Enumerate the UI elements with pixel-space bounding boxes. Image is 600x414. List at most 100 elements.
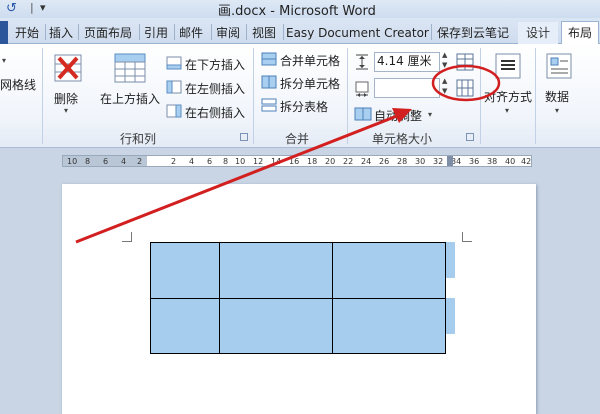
rows-columns-launcher-icon[interactable] (240, 133, 248, 141)
row-end-marker (446, 298, 455, 334)
qat-separator: | (30, 1, 34, 14)
split-table-icon (261, 98, 277, 112)
distribute-columns-icon[interactable] (455, 78, 475, 98)
table-cell[interactable] (332, 242, 446, 299)
split-table-button[interactable]: 拆分表格 (280, 98, 328, 115)
tab-mailings[interactable]: 邮件 (176, 22, 206, 44)
ruler-tick-label: 38 (487, 157, 498, 166)
tab-divider (246, 24, 247, 40)
chevron-down-icon: ▾ (505, 106, 510, 115)
ruler-tick-label: 8 (223, 157, 229, 166)
autofit-icon (354, 107, 372, 121)
chevron-down-icon: ▾ (2, 56, 7, 65)
alignment-icon[interactable] (494, 52, 522, 80)
alignment-button[interactable]: 对齐方式 (484, 88, 532, 105)
tab-layout[interactable]: 布局 (561, 21, 599, 45)
rows-columns-group-label: 行和列 (120, 132, 157, 146)
row-end-marker (446, 242, 455, 278)
tab-review[interactable]: 审阅 (213, 22, 243, 44)
tab-divider (211, 24, 212, 40)
tab-divider (139, 24, 140, 40)
ruler-tick-label: 40 (505, 157, 516, 166)
data-icon[interactable] (545, 52, 573, 80)
view-gridlines-button[interactable]: 网格线 (0, 76, 36, 93)
file-tab[interactable] (0, 21, 8, 44)
ruler-area: 10 8 6 4 2 2 4 6 8 10 12 14 16 18 20 22 … (0, 148, 600, 170)
tab-insert[interactable]: 插入 (46, 22, 76, 44)
insert-right-button[interactable]: 在右侧插入 (185, 104, 245, 121)
table-cell[interactable] (332, 298, 446, 354)
delete-button[interactable]: 删除 (54, 90, 78, 107)
tab-design[interactable]: 设计 (518, 22, 558, 44)
data-button[interactable]: 数据 (545, 88, 569, 105)
table-cell[interactable] (219, 242, 333, 299)
spin-up-icon[interactable]: ▲ (442, 51, 447, 59)
insert-left-button[interactable]: 在左侧插入 (185, 80, 245, 97)
tab-save-to-cloud-notes[interactable]: 保存到云笔记 (433, 22, 513, 44)
group-divider (253, 48, 254, 144)
spin-up-icon[interactable]: ▲ (442, 77, 447, 85)
ruler-tick-label: 18 (307, 157, 318, 166)
tab-divider (431, 24, 432, 40)
split-cells-button[interactable]: 拆分单元格 (280, 75, 340, 92)
ruler-tick-label: 42 (521, 157, 532, 166)
horizontal-ruler[interactable]: 10 8 6 4 2 2 4 6 8 10 12 14 16 18 20 22 … (62, 155, 532, 167)
chevron-down-icon: ▾ (555, 106, 560, 115)
table-row (150, 242, 446, 299)
autofit-button[interactable]: 自动调整 (374, 107, 422, 124)
ruler-tick-label: 2 (137, 157, 143, 166)
ruler-tick-label: 36 (469, 157, 480, 166)
ruler-tick-label: 4 (121, 157, 127, 166)
table-column-width-icon (355, 81, 369, 97)
margin-corner-mark (122, 232, 132, 242)
ruler-tick-label: 12 (253, 157, 264, 166)
insert-below-button[interactable]: 在下方插入 (185, 56, 245, 73)
ruler-tick-label: 26 (379, 157, 390, 166)
tab-home[interactable]: 开始 (10, 22, 44, 44)
ribbon-tabs: 开始 插入 页面布局 引用 邮件 审阅 视图 Easy Document Cre… (0, 18, 600, 45)
ruler-tick-label: 30 (415, 157, 426, 166)
tab-view[interactable]: 视图 (248, 22, 280, 44)
tab-page-layout[interactable]: 页面布局 (80, 22, 136, 44)
group-divider (480, 48, 481, 144)
spin-down-icon[interactable]: ▼ (442, 87, 447, 95)
ruler-tick-label: 32 (433, 157, 444, 166)
distribute-rows-icon[interactable] (455, 52, 475, 72)
ruler-tick-label: 6 (207, 157, 213, 166)
table-row-height-icon (356, 54, 368, 70)
insert-above-button[interactable]: 在上方插入 (100, 90, 160, 107)
insert-left-icon (166, 80, 182, 94)
ruler-tick-label: 8 (85, 157, 91, 166)
cell-size-group-label: 单元格大小 (372, 132, 433, 146)
merge-cells-button[interactable]: 合并单元格 (280, 52, 340, 69)
table-cell[interactable] (219, 298, 333, 354)
merge-cells-icon (261, 52, 277, 66)
document-table[interactable] (150, 242, 446, 354)
quick-access-toolbar: ↺ | ▾ (6, 1, 76, 17)
insert-above-icon[interactable] (113, 52, 147, 84)
tab-divider (78, 24, 79, 40)
group-divider (42, 48, 43, 144)
column-width-field[interactable] (374, 78, 440, 98)
table-row (150, 298, 446, 354)
ruler-tick-label: 28 (397, 157, 408, 166)
table-cell[interactable] (150, 298, 220, 354)
ruler-tick-label: 20 (325, 157, 336, 166)
delete-table-icon[interactable] (52, 52, 84, 84)
ruler-right-indent-marker[interactable] (447, 156, 453, 166)
customize-qat-button[interactable]: ▾ (40, 1, 46, 14)
table-cell[interactable] (150, 242, 220, 299)
ruler-tick-label: 14 (271, 157, 282, 166)
insert-right-icon (166, 104, 182, 118)
row-height-field[interactable]: 4.14 厘米 (374, 52, 440, 72)
ruler-tick-label: 16 (289, 157, 300, 166)
chevron-down-icon: ▾ (64, 106, 69, 115)
tab-references[interactable]: 引用 (141, 22, 171, 44)
tab-divider (283, 24, 284, 40)
tab-easy-document-creator[interactable]: Easy Document Creator (286, 22, 429, 44)
spin-down-icon[interactable]: ▼ (442, 61, 447, 69)
redo-button[interactable]: ↺ (6, 1, 17, 16)
merge-group-label: 合并 (285, 132, 310, 146)
cell-size-launcher-icon[interactable] (466, 133, 474, 141)
split-cells-icon (261, 75, 277, 89)
